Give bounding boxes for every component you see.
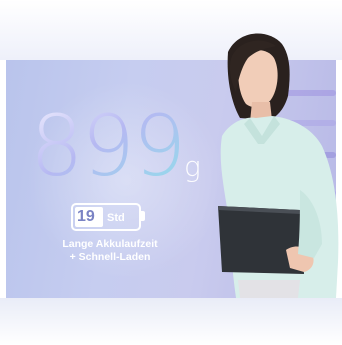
woman-with-laptop-image [218, 33, 339, 298]
product-banner: 899 g 19 Std Lange Akkulaufzeit + Schnel… [0, 0, 342, 345]
trousers [238, 280, 300, 298]
